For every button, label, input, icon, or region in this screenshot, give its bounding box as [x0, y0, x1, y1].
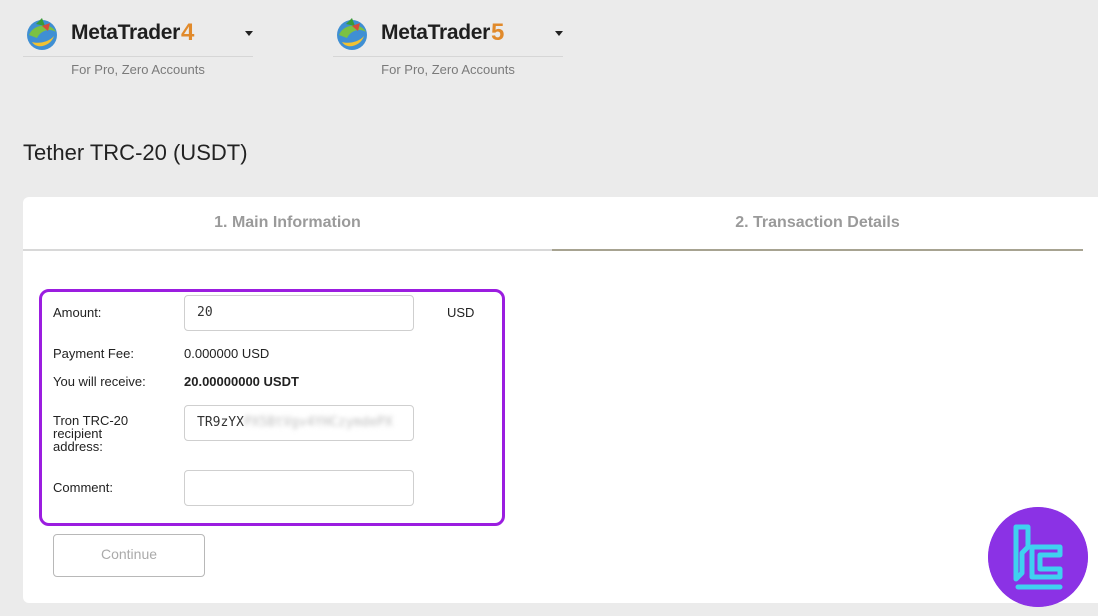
address-visible: TR9zYX	[197, 415, 244, 430]
platform-mt4-selector[interactable]: MetaTrader 4	[23, 10, 253, 57]
step-tabs: 1. Main Information 2. Transaction Detai…	[23, 197, 1083, 251]
amount-input[interactable]: 20	[184, 295, 414, 331]
deposit-card: 1. Main Information 2. Transaction Detai…	[23, 197, 1098, 603]
chevron-down-icon[interactable]	[555, 30, 563, 36]
currency-label: USD	[447, 305, 475, 320]
continue-button[interactable]: Continue	[53, 534, 205, 577]
receive-value: 20.00000000 USDT	[184, 374, 299, 389]
platform-version: 4	[181, 19, 195, 46]
receive-label: You will receive:	[53, 374, 146, 389]
watermark-logo-icon	[988, 507, 1088, 607]
recipient-address-input[interactable]: TR9zYXPX5BtVgv4YHCzymdePX	[184, 405, 414, 441]
platform-mt5[interactable]: MetaTrader 5 For Pro, Zero Accounts	[333, 10, 563, 77]
platform-name: MetaTrader	[381, 21, 491, 44]
platform-version: 5	[491, 19, 505, 46]
tab-main-information[interactable]: 1. Main Information	[23, 197, 552, 251]
platform-mt5-selector[interactable]: MetaTrader 5	[333, 10, 563, 57]
metatrader-logo-icon	[27, 18, 57, 50]
platform-name: MetaTrader	[71, 21, 181, 44]
payment-fee-value: 0.000000 USD	[184, 346, 270, 361]
platform-subtitle: For Pro, Zero Accounts	[71, 62, 205, 77]
payment-fee-label: Payment Fee:	[53, 346, 134, 361]
platform-mt4[interactable]: MetaTrader 4 For Pro, Zero Accounts	[23, 10, 253, 77]
chevron-down-icon[interactable]	[245, 30, 253, 36]
comment-input[interactable]	[184, 470, 414, 506]
address-label: Tron TRC-20 recipient address:	[53, 413, 129, 454]
tab-transaction-details[interactable]: 2. Transaction Details	[552, 197, 1083, 251]
transaction-form: Amount: 20 USD Payment Fee: 0.000000 USD…	[39, 289, 505, 526]
page-title: Tether TRC-20 (USDT)	[23, 140, 248, 165]
address-blurred: PX5BtVgv4YHCzymdePX	[243, 415, 393, 430]
comment-label: Comment:	[53, 480, 113, 495]
platform-subtitle: For Pro, Zero Accounts	[381, 62, 515, 77]
amount-label: Amount:	[53, 305, 102, 320]
metatrader-logo-icon	[337, 18, 367, 50]
